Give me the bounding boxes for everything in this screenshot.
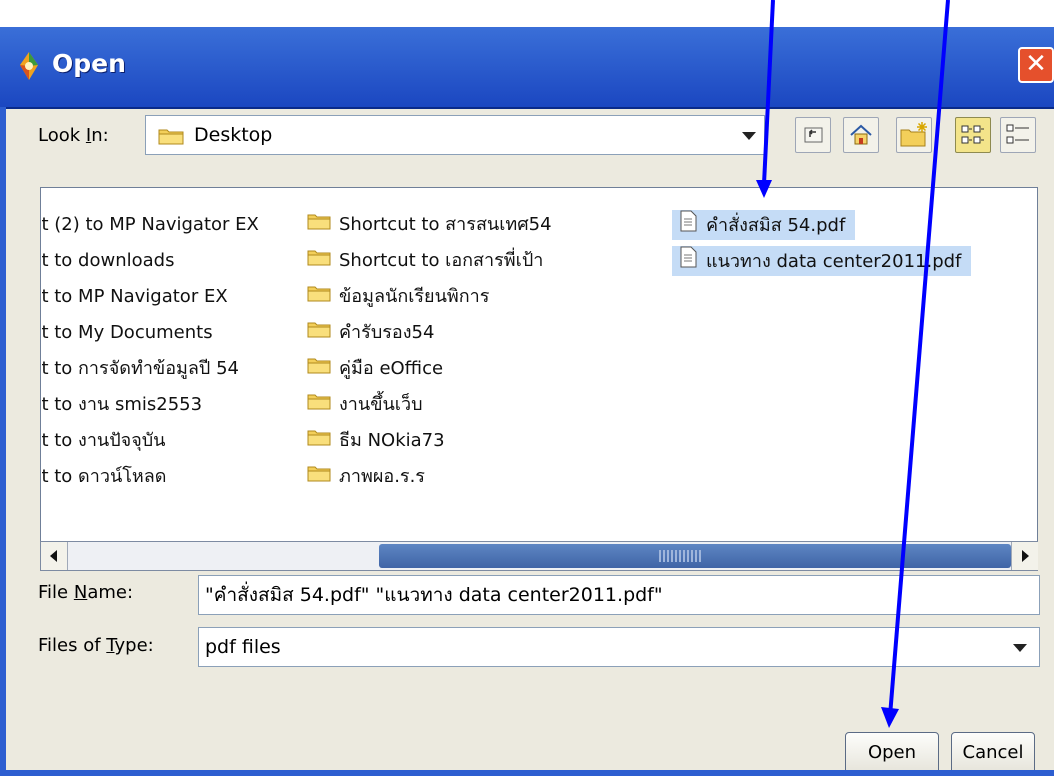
file-list-item[interactable]: คำรับรอง54: [307, 318, 637, 348]
chevron-down-icon[interactable]: [1013, 644, 1027, 652]
scrollbar-grip: [659, 550, 701, 562]
folder-icon: [307, 318, 331, 348]
open-button[interactable]: Open: [845, 732, 939, 774]
list-view-button[interactable]: [955, 117, 991, 153]
look-in-value: Desktop: [194, 124, 273, 146]
file-list-item-label: tut (2) to MP Navigator EX: [40, 214, 259, 235]
folder-icon: [307, 462, 331, 492]
file-list-item-label: งานขึ้นเว็บ: [339, 394, 423, 415]
file-list-item-label: tut to งานปัจจุบัน: [41, 430, 166, 451]
file-list-item-label: tut to ดาวน์โหลด: [41, 466, 167, 487]
up-folder-icon: [804, 127, 823, 143]
new-folder-button[interactable]: [896, 117, 932, 153]
file-list-item-label: คู่มือ eOffice: [339, 358, 444, 379]
up-one-level-button[interactable]: [795, 117, 831, 153]
file-list-item[interactable]: tut to งาน smis2553: [40, 390, 313, 420]
document-icon: [678, 246, 698, 278]
folder-icon: [307, 210, 331, 240]
folder-icon: [307, 426, 331, 456]
file-list-item[interactable]: แนวทาง data center2011.pdf: [672, 246, 972, 278]
file-list-item-label: Shortcut to เอกสารพี่เป้า: [339, 250, 544, 271]
window-frame-left: [0, 107, 6, 776]
file-list-item[interactable]: tut to งานปัจจุบัน: [41, 426, 313, 456]
list-view-icon: [961, 125, 984, 144]
file-list-item-label: คำสั่งสมิส 54.pdf: [706, 215, 846, 236]
file-type-value: pdf files: [205, 636, 281, 658]
file-list-item-label: คำรับรอง54: [339, 322, 435, 343]
file-list-item-label: แนวทาง data center2011.pdf: [706, 251, 962, 272]
folder-icon: [307, 246, 331, 276]
folder-icon: [158, 129, 184, 145]
cancel-button[interactable]: Cancel: [951, 732, 1035, 774]
open-dialog: Open ✕ Look In: Desktop tut (2) to MP Na…: [0, 27, 1054, 776]
title-bar[interactable]: Open ✕: [0, 27, 1054, 109]
dialog-title: Open: [52, 49, 126, 78]
file-list-item[interactable]: tut to My Documents: [40, 318, 313, 348]
file-list-item[interactable]: tut to ดาวน์โหลด: [41, 462, 313, 492]
folder-icon: [307, 282, 331, 312]
file-list-item-label: tut to downloads: [41, 250, 175, 271]
arrow-right-icon: [1022, 550, 1029, 562]
home-button[interactable]: [843, 117, 879, 153]
look-in-combobox[interactable]: Desktop: [145, 115, 765, 155]
window-frame-bottom: [0, 770, 1054, 776]
file-list-item[interactable]: Shortcut to เอกสารพี่เป้า: [307, 246, 637, 276]
folder-icon: [307, 354, 331, 384]
home-icon: [850, 124, 872, 145]
file-list-item-label: ภาพผอ.ร.ร: [339, 466, 425, 487]
file-list-item[interactable]: งานขึ้นเว็บ: [307, 390, 637, 420]
close-icon: ✕: [1025, 49, 1047, 79]
file-list-item[interactable]: ภาพผอ.ร.ร: [307, 462, 637, 492]
file-type-select[interactable]: pdf files: [198, 627, 1040, 667]
details-view-button[interactable]: [1000, 117, 1036, 153]
details-view-icon: [1006, 124, 1029, 144]
file-list-item-label: tut to My Documents: [40, 322, 213, 343]
file-list-item-label: tut to งาน smis2553: [40, 394, 203, 415]
close-button[interactable]: ✕: [1018, 47, 1054, 83]
file-list-item-label: tut to การจัดทำข้อมูลปี 54: [40, 358, 239, 379]
horizontal-scrollbar[interactable]: [40, 541, 1038, 571]
file-list-item[interactable]: tut (2) to MP Navigator EX: [40, 210, 313, 240]
file-list-item-label: ธีม NOkia73: [339, 430, 445, 451]
new-folder-icon: [900, 122, 927, 147]
file-type-label: Files of Type:: [38, 635, 154, 656]
file-list-item[interactable]: Shortcut to สารสนเทศ54: [307, 210, 637, 240]
file-list-item-label: tut to MP Navigator EX: [40, 286, 228, 307]
scroll-left-button[interactable]: [41, 542, 68, 570]
file-list-item[interactable]: คำสั่งสมิส 54.pdf: [672, 210, 856, 242]
document-icon: [678, 210, 698, 242]
folder-icon: [307, 390, 331, 420]
chevron-down-icon[interactable]: [742, 132, 756, 140]
arrow-left-icon: [50, 550, 57, 562]
file-list-item[interactable]: tut to downloads: [41, 246, 313, 276]
file-list-item-label: Shortcut to สารสนเทศ54: [339, 214, 552, 235]
file-list-item-label: ข้อมูลนักเรียนพิการ: [339, 286, 490, 307]
file-name-label: File Name:: [38, 582, 134, 603]
look-in-label: Look In:: [38, 125, 109, 146]
java-app-icon: [20, 52, 38, 80]
scroll-right-button[interactable]: [1011, 542, 1038, 570]
scrollbar-thumb[interactable]: [379, 544, 1011, 568]
file-name-input[interactable]: "คำสั่งสมิส 54.pdf" "แนวทาง data center2…: [198, 575, 1040, 615]
file-list[interactable]: tut (2) to MP Navigator EX tut to downloa…: [40, 187, 1038, 562]
file-list-item[interactable]: tut to MP Navigator EX: [40, 282, 313, 312]
file-list-item[interactable]: ข้อมูลนักเรียนพิการ: [307, 282, 637, 312]
file-list-item[interactable]: คู่มือ eOffice: [307, 354, 637, 384]
file-list-item[interactable]: tut to การจัดทำข้อมูลปี 54: [40, 354, 313, 384]
file-list-item[interactable]: ธีม NOkia73: [307, 426, 637, 456]
